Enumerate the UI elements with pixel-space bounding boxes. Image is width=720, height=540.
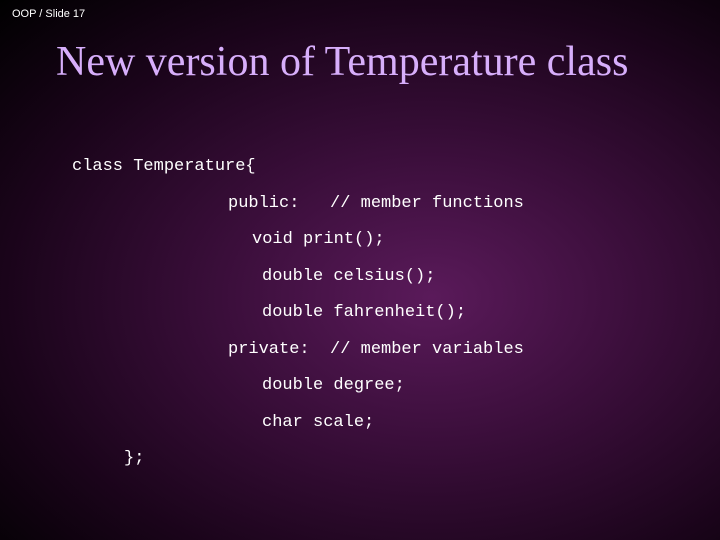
code-line: }; bbox=[72, 446, 720, 472]
code-line: double degree; bbox=[72, 373, 720, 399]
code-line: void print(); bbox=[72, 227, 720, 253]
code-line: char scale; bbox=[72, 410, 720, 436]
code-line: public: // member functions bbox=[72, 191, 720, 217]
code-block: class Temperature{ public: // member fun… bbox=[0, 154, 720, 472]
slide-title: New version of Temperature class bbox=[0, 28, 720, 86]
code-line: double fahrenheit(); bbox=[72, 300, 720, 326]
code-line: double celsius(); bbox=[72, 264, 720, 290]
slide-header: OOP / Slide 17 bbox=[0, 0, 720, 28]
code-line: private: // member variables bbox=[72, 337, 720, 363]
code-line: class Temperature{ bbox=[72, 154, 720, 180]
